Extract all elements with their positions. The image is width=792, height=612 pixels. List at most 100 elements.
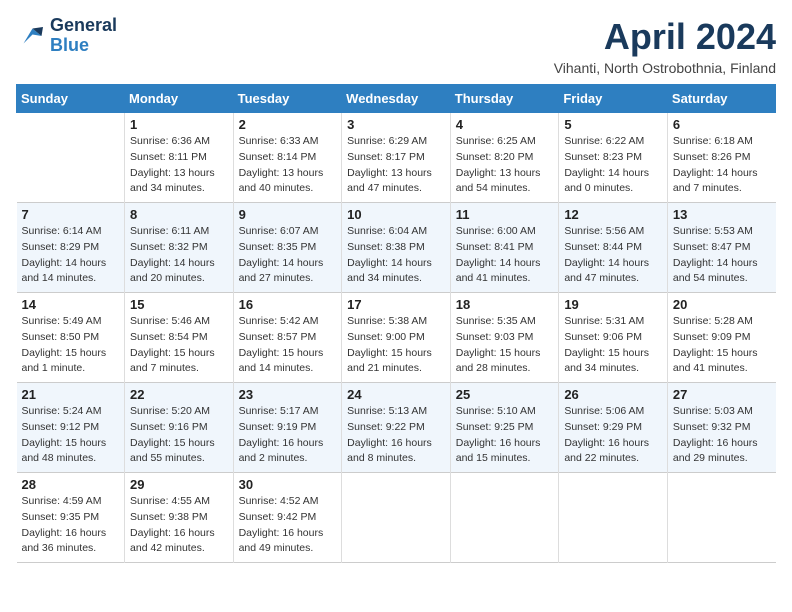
- calendar-cell: 3 Sunrise: 6:29 AM Sunset: 8:17 PM Daylig…: [342, 113, 451, 203]
- day-info: Sunrise: 5:35 AM Sunset: 9:03 PM Dayligh…: [456, 314, 554, 377]
- header-friday: Friday: [559, 85, 668, 113]
- calendar-cell: 2 Sunrise: 6:33 AM Sunset: 8:14 PM Daylig…: [233, 113, 342, 203]
- day-info: Sunrise: 5:56 AM Sunset: 8:44 PM Dayligh…: [564, 224, 662, 287]
- day-number: 9: [239, 207, 337, 222]
- calendar-cell: 24Sunrise: 5:13 AM Sunset: 9:22 PM Dayli…: [342, 383, 451, 473]
- calendar-cell: 30 Sunrise: 4:52 AM Sunset: 9:42 PM Dayli…: [233, 473, 342, 563]
- day-number: 19: [564, 297, 662, 312]
- day-info: Sunrise: 4:55 AM Sunset: 9:38 PM Dayligh…: [130, 494, 228, 557]
- day-number: 12: [564, 207, 662, 222]
- day-number: 2: [239, 117, 337, 132]
- day-info: Sunrise: 5:10 AM Sunset: 9:25 PM Dayligh…: [456, 404, 554, 467]
- calendar-cell: 14 Sunrise: 5:49 AM Sunset: 8:50 PM Dayli…: [17, 293, 125, 383]
- day-number: 18: [456, 297, 554, 312]
- logo-icon: [16, 21, 46, 51]
- calendar-cell: 9 Sunrise: 6:07 AM Sunset: 8:35 PM Daylig…: [233, 203, 342, 293]
- day-number: 21: [22, 387, 120, 402]
- day-info: Sunrise: 5:06 AM Sunset: 9:29 PM Dayligh…: [564, 404, 662, 467]
- day-number: 22: [130, 387, 228, 402]
- day-number: 3: [347, 117, 445, 132]
- day-info: Sunrise: 6:18 AM Sunset: 8:26 PM Dayligh…: [673, 134, 771, 197]
- week-row-1: 1 Sunrise: 6:36 AM Sunset: 8:11 PM Daylig…: [17, 113, 776, 203]
- day-info: Sunrise: 6:22 AM Sunset: 8:23 PM Dayligh…: [564, 134, 662, 197]
- logo-line2: Blue: [50, 36, 117, 56]
- day-info: Sunrise: 6:36 AM Sunset: 8:11 PM Dayligh…: [130, 134, 228, 197]
- day-number: 27: [673, 387, 771, 402]
- day-info: Sunrise: 5:53 AM Sunset: 8:47 PM Dayligh…: [673, 224, 771, 287]
- day-number: 25: [456, 387, 554, 402]
- day-info: Sunrise: 6:33 AM Sunset: 8:14 PM Dayligh…: [239, 134, 337, 197]
- day-info: Sunrise: 5:49 AM Sunset: 8:50 PM Dayligh…: [22, 314, 120, 377]
- day-info: Sunrise: 6:29 AM Sunset: 8:17 PM Dayligh…: [347, 134, 445, 197]
- day-info: Sunrise: 5:42 AM Sunset: 8:57 PM Dayligh…: [239, 314, 337, 377]
- calendar-cell: 6Sunrise: 6:18 AM Sunset: 8:26 PM Daylig…: [667, 113, 775, 203]
- day-number: 11: [456, 207, 554, 222]
- calendar-cell: 23 Sunrise: 5:17 AM Sunset: 9:19 PM Dayli…: [233, 383, 342, 473]
- calendar-cell: 7Sunrise: 6:14 AM Sunset: 8:29 PM Daylig…: [17, 203, 125, 293]
- day-info: Sunrise: 5:24 AM Sunset: 9:12 PM Dayligh…: [22, 404, 120, 467]
- week-row-4: 21 Sunrise: 5:24 AM Sunset: 9:12 PM Dayli…: [17, 383, 776, 473]
- calendar-cell: 22 Sunrise: 5:20 AM Sunset: 9:16 PM Dayli…: [125, 383, 234, 473]
- calendar-body: 1 Sunrise: 6:36 AM Sunset: 8:11 PM Daylig…: [17, 113, 776, 563]
- header-wednesday: Wednesday: [342, 85, 451, 113]
- calendar-cell: 27Sunrise: 5:03 AM Sunset: 9:32 PM Dayli…: [667, 383, 775, 473]
- header-monday: Monday: [125, 85, 234, 113]
- day-number: 7: [22, 207, 120, 222]
- week-row-5: 28Sunrise: 4:59 AM Sunset: 9:35 PM Dayli…: [17, 473, 776, 563]
- day-info: Sunrise: 5:17 AM Sunset: 9:19 PM Dayligh…: [239, 404, 337, 467]
- day-number: 15: [130, 297, 228, 312]
- day-number: 28: [22, 477, 120, 492]
- calendar-cell: 10 Sunrise: 6:04 AM Sunset: 8:38 PM Dayli…: [342, 203, 451, 293]
- day-number: 10: [347, 207, 445, 222]
- calendar-cell: 4Sunrise: 6:25 AM Sunset: 8:20 PM Daylig…: [450, 113, 559, 203]
- title-block: April 2024 Vihanti, North Ostrobothnia, …: [554, 16, 776, 76]
- day-number: 4: [456, 117, 554, 132]
- calendar-cell: 13 Sunrise: 5:53 AM Sunset: 8:47 PM Dayli…: [667, 203, 775, 293]
- calendar-cell: 16 Sunrise: 5:42 AM Sunset: 8:57 PM Dayli…: [233, 293, 342, 383]
- day-info: Sunrise: 5:38 AM Sunset: 9:00 PM Dayligh…: [347, 314, 445, 377]
- day-number: 20: [673, 297, 771, 312]
- day-number: 16: [239, 297, 337, 312]
- day-info: Sunrise: 5:20 AM Sunset: 9:16 PM Dayligh…: [130, 404, 228, 467]
- day-number: 17: [347, 297, 445, 312]
- calendar-cell: 26 Sunrise: 5:06 AM Sunset: 9:29 PM Dayli…: [559, 383, 668, 473]
- day-info: Sunrise: 5:28 AM Sunset: 9:09 PM Dayligh…: [673, 314, 771, 377]
- calendar-cell: 12 Sunrise: 5:56 AM Sunset: 8:44 PM Dayli…: [559, 203, 668, 293]
- calendar-table: SundayMondayTuesdayWednesdayThursdayFrid…: [16, 84, 776, 563]
- week-row-2: 7Sunrise: 6:14 AM Sunset: 8:29 PM Daylig…: [17, 203, 776, 293]
- day-info: Sunrise: 5:31 AM Sunset: 9:06 PM Dayligh…: [564, 314, 662, 377]
- calendar-cell: 19 Sunrise: 5:31 AM Sunset: 9:06 PM Dayli…: [559, 293, 668, 383]
- day-number: 26: [564, 387, 662, 402]
- calendar-cell: 1 Sunrise: 6:36 AM Sunset: 8:11 PM Daylig…: [125, 113, 234, 203]
- page-header: General Blue April 2024 Vihanti, North O…: [16, 16, 776, 76]
- day-number: 23: [239, 387, 337, 402]
- day-number: 1: [130, 117, 228, 132]
- day-number: 14: [22, 297, 120, 312]
- location-subtitle: Vihanti, North Ostrobothnia, Finland: [554, 60, 776, 76]
- day-number: 30: [239, 477, 337, 492]
- day-number: 29: [130, 477, 228, 492]
- day-number: 8: [130, 207, 228, 222]
- day-info: Sunrise: 5:46 AM Sunset: 8:54 PM Dayligh…: [130, 314, 228, 377]
- calendar-cell: 8Sunrise: 6:11 AM Sunset: 8:32 PM Daylig…: [125, 203, 234, 293]
- calendar-cell: 5Sunrise: 6:22 AM Sunset: 8:23 PM Daylig…: [559, 113, 668, 203]
- calendar-cell: 15 Sunrise: 5:46 AM Sunset: 8:54 PM Dayli…: [125, 293, 234, 383]
- day-info: Sunrise: 6:00 AM Sunset: 8:41 PM Dayligh…: [456, 224, 554, 287]
- calendar-cell: [342, 473, 451, 563]
- header-saturday: Saturday: [667, 85, 775, 113]
- day-info: Sunrise: 6:04 AM Sunset: 8:38 PM Dayligh…: [347, 224, 445, 287]
- calendar-cell: 17 Sunrise: 5:38 AM Sunset: 9:00 PM Dayli…: [342, 293, 451, 383]
- day-info: Sunrise: 5:13 AM Sunset: 9:22 PM Dayligh…: [347, 404, 445, 467]
- week-row-3: 14 Sunrise: 5:49 AM Sunset: 8:50 PM Dayli…: [17, 293, 776, 383]
- day-info: Sunrise: 6:07 AM Sunset: 8:35 PM Dayligh…: [239, 224, 337, 287]
- header-row: SundayMondayTuesdayWednesdayThursdayFrid…: [17, 85, 776, 113]
- logo-line1: General: [50, 16, 117, 36]
- day-info: Sunrise: 4:52 AM Sunset: 9:42 PM Dayligh…: [239, 494, 337, 557]
- month-title: April 2024: [554, 16, 776, 58]
- header-tuesday: Tuesday: [233, 85, 342, 113]
- header-thursday: Thursday: [450, 85, 559, 113]
- day-number: 13: [673, 207, 771, 222]
- calendar-cell: [559, 473, 668, 563]
- calendar-cell: [17, 113, 125, 203]
- logo: General Blue: [16, 16, 117, 56]
